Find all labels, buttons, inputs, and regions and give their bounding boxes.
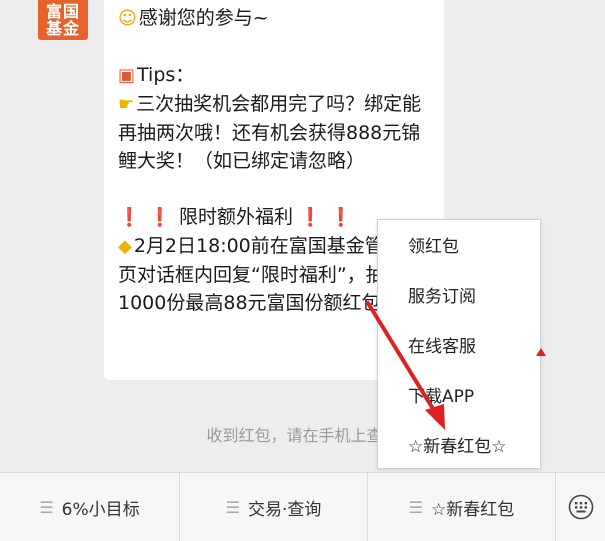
avatar-line-2: 基金 bbox=[45, 19, 80, 38]
benefit-title: 限时额外福利 bbox=[178, 206, 293, 228]
gift-icon: ▣ bbox=[118, 65, 136, 86]
popup-menu: 领红包 服务订阅 在线客服 下载APP ☆新春红包☆ bbox=[377, 219, 541, 469]
popup-item-service-subscription[interactable]: 服务订阅 bbox=[378, 272, 540, 322]
red-exclamation-icon: ❗ bbox=[148, 207, 171, 228]
keyboard-toggle-button[interactable] bbox=[556, 473, 605, 541]
bottom-menu-trade-query[interactable]: ☰ 交易·查询 bbox=[180, 473, 368, 541]
tips-label: Tips： bbox=[137, 64, 195, 86]
bottom-menu-small-goal[interactable]: ☰ 6%小目标 bbox=[0, 473, 180, 541]
popup-item-new-year-red-packet[interactable]: ☆新春红包☆ bbox=[378, 422, 540, 472]
red-triangle-marker bbox=[536, 348, 546, 356]
keyboard-icon bbox=[568, 494, 593, 520]
pointing-hand-icon: ☛ bbox=[118, 94, 135, 115]
hamburger-menu-icon: ☰ bbox=[408, 497, 424, 517]
red-exclamation-icon: ❗ bbox=[329, 207, 352, 228]
hamburger-menu-icon: ☰ bbox=[39, 497, 54, 517]
smiling-face-icon: ☺ bbox=[118, 8, 137, 29]
bottom-menu-label: ☆新春红包 bbox=[431, 499, 515, 520]
thanks-text: 感谢您的参与~ bbox=[138, 7, 269, 29]
avatar[interactable]: 富国 基金 bbox=[38, 0, 88, 40]
bell-icon: ◆ bbox=[118, 236, 132, 257]
bottom-menu-label: 交易·查询 bbox=[247, 499, 322, 520]
bottom-menu-bar: ☰ 6%小目标 ☰ 交易·查询 ☰ ☆新春红包 bbox=[0, 472, 605, 541]
red-exclamation-icon: ❗ bbox=[118, 207, 141, 228]
bottom-menu-new-year-red-packet[interactable]: ☰ ☆新春红包 bbox=[368, 473, 556, 541]
popup-item-download-app[interactable]: 下载APP bbox=[378, 372, 540, 422]
tips-text: 三次抽奖机会都用完了吗？绑定能再抽两次哦！还有机会获得888元锦鲤大奖！（如已绑… bbox=[118, 93, 422, 172]
bottom-menu-label: 6%小目标 bbox=[61, 499, 140, 520]
red-exclamation-icon: ❗ bbox=[299, 207, 322, 228]
popup-item-online-service[interactable]: 在线客服 bbox=[378, 322, 540, 372]
hamburger-menu-icon: ☰ bbox=[225, 497, 240, 517]
popup-item-receive-red-packet[interactable]: 领红包 bbox=[378, 222, 540, 272]
avatar-line-1: 富国 bbox=[45, 2, 80, 21]
